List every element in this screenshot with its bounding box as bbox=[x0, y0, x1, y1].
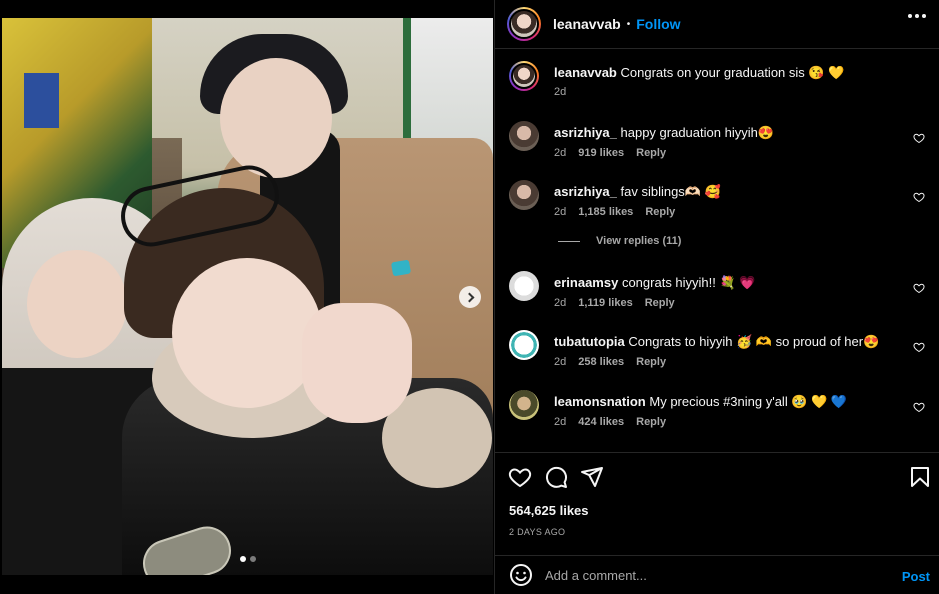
comment-username[interactable]: erinaamsy bbox=[554, 275, 618, 290]
reply-button[interactable]: Reply bbox=[645, 297, 675, 309]
reply-button[interactable]: Reply bbox=[636, 416, 666, 428]
avatar[interactable] bbox=[507, 7, 541, 41]
likes-count[interactable]: 564,625 likes bbox=[509, 503, 589, 518]
carousel-dot-active bbox=[240, 556, 246, 562]
reply-button[interactable]: Reply bbox=[636, 147, 666, 159]
comment-time: 2d bbox=[554, 206, 567, 218]
comment-icon[interactable] bbox=[544, 465, 568, 489]
add-comment-bar: Post bbox=[495, 555, 939, 594]
avatar[interactable] bbox=[509, 180, 539, 210]
post-header: leanavvab • Follow bbox=[495, 0, 939, 49]
post-panel: leanavvab • Follow leanavvab Congrats on… bbox=[494, 0, 939, 594]
comment-text: Congrats to hiyyih 🥳 🫶 so proud of her😍 bbox=[628, 334, 880, 349]
post-actions: 564,625 likes 2 DAYS AGO bbox=[495, 452, 939, 552]
avatar[interactable] bbox=[509, 330, 539, 360]
comment-text: My precious #3ning y'all 🥹 💛 💙 bbox=[649, 394, 848, 409]
comment-likes[interactable]: 919 likes bbox=[578, 147, 624, 159]
post-photo[interactable] bbox=[2, 18, 493, 575]
heart-icon[interactable] bbox=[913, 191, 925, 203]
emoji-icon[interactable] bbox=[509, 563, 533, 587]
comment-time: 2d bbox=[554, 297, 567, 309]
carousel-dot bbox=[250, 556, 256, 562]
comment-time: 2d bbox=[554, 356, 567, 368]
avatar[interactable] bbox=[509, 61, 539, 91]
reply-button[interactable]: Reply bbox=[636, 356, 666, 368]
heart-icon[interactable] bbox=[913, 401, 925, 413]
comment-text: fav siblings🫶🏻 🥰 bbox=[620, 184, 721, 199]
comment-text: congrats hiyyih!! 💐 💗 bbox=[621, 275, 756, 290]
comment-username[interactable]: asrizhiya_ bbox=[554, 184, 617, 199]
separator-dot: • bbox=[626, 18, 631, 30]
caption-text: Congrats on your graduation sis 😘 💛 bbox=[620, 65, 845, 80]
comment-likes[interactable]: 258 likes bbox=[578, 356, 624, 368]
comment-likes[interactable]: 1,185 likes bbox=[578, 206, 633, 218]
reply-button[interactable]: Reply bbox=[645, 206, 675, 218]
view-replies-label: View replies (11) bbox=[596, 235, 682, 247]
post-date: 2 DAYS AGO bbox=[509, 527, 566, 537]
caption-username[interactable]: leanavvab bbox=[554, 65, 617, 80]
heart-icon[interactable] bbox=[913, 132, 925, 144]
comment-username[interactable]: tubatutopia bbox=[554, 334, 625, 349]
comment-likes[interactable]: 424 likes bbox=[578, 416, 624, 428]
post-username[interactable]: leanavvab bbox=[553, 16, 621, 32]
next-arrow-icon[interactable] bbox=[459, 286, 481, 308]
comment-username[interactable]: asrizhiya_ bbox=[554, 125, 617, 140]
comments-list: leanavvab Congrats on your graduation si… bbox=[495, 49, 939, 452]
comment-text: happy graduation hiyyih😍 bbox=[620, 125, 775, 140]
share-icon[interactable] bbox=[580, 465, 604, 489]
view-replies-button[interactable]: View replies (11) bbox=[558, 235, 681, 247]
avatar[interactable] bbox=[509, 271, 539, 301]
more-icon[interactable] bbox=[908, 14, 926, 18]
avatar[interactable] bbox=[509, 390, 539, 420]
bookmark-icon[interactable] bbox=[908, 465, 932, 489]
comment-time: 2d bbox=[554, 416, 567, 428]
heart-icon[interactable] bbox=[913, 341, 925, 353]
comment-username[interactable]: leamonsnation bbox=[554, 394, 646, 409]
heart-icon[interactable] bbox=[508, 465, 532, 489]
heart-icon[interactable] bbox=[913, 282, 925, 294]
avatar[interactable] bbox=[509, 121, 539, 151]
carousel-indicator bbox=[240, 556, 256, 562]
post-media bbox=[0, 0, 494, 594]
follow-button[interactable]: Follow bbox=[636, 16, 680, 32]
caption-time: 2d bbox=[554, 86, 567, 98]
comment-likes[interactable]: 1,119 likes bbox=[578, 297, 632, 309]
post-button[interactable]: Post bbox=[902, 569, 930, 584]
comment-time: 2d bbox=[554, 147, 567, 159]
comment-input[interactable] bbox=[545, 567, 875, 583]
